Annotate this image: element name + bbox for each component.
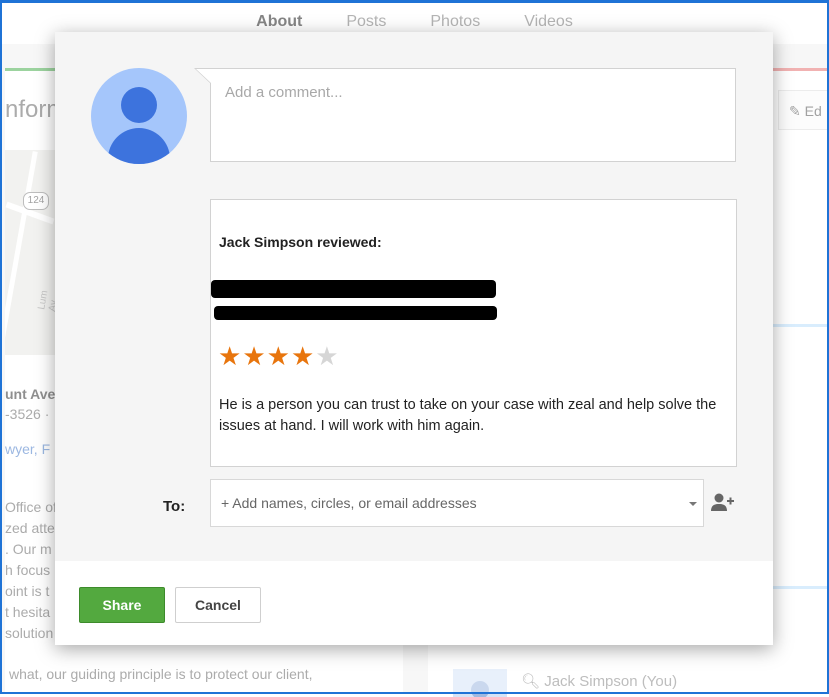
share-review-dialog: Jack Simpson reviewed: ★ ★ ★ ★ ★ He is a… xyxy=(55,32,773,645)
star-rating: ★ ★ ★ ★ ★ xyxy=(218,342,339,370)
star-icon: ★ xyxy=(315,341,339,371)
comment-box xyxy=(210,68,736,162)
review-text: He is a person you can trust to take on … xyxy=(219,397,717,434)
share-button[interactable]: Share xyxy=(79,587,165,623)
star-icon: ★ xyxy=(290,341,315,371)
add-person-icon[interactable] xyxy=(710,492,734,512)
dialog-footer: Share Cancel xyxy=(55,561,773,645)
caret-down-icon[interactable] xyxy=(689,502,697,506)
redacted-business-address xyxy=(214,306,497,320)
comment-input[interactable] xyxy=(211,69,735,161)
recipients-input[interactable] xyxy=(211,480,671,526)
review-author: Jack Simpson reviewed: xyxy=(219,234,382,250)
star-icon: ★ xyxy=(218,341,242,371)
shared-review-card: Jack Simpson reviewed: ★ ★ ★ ★ ★ He is a… xyxy=(210,199,737,467)
to-label: To: xyxy=(163,498,186,515)
comment-pointer-fill xyxy=(196,69,211,83)
star-icon: ★ xyxy=(266,341,290,371)
recipients-field[interactable] xyxy=(210,479,704,527)
default-user-avatar-icon xyxy=(91,68,187,164)
star-icon: ★ xyxy=(242,341,266,371)
redacted-business-name xyxy=(211,280,496,298)
cancel-button[interactable]: Cancel xyxy=(175,587,261,623)
